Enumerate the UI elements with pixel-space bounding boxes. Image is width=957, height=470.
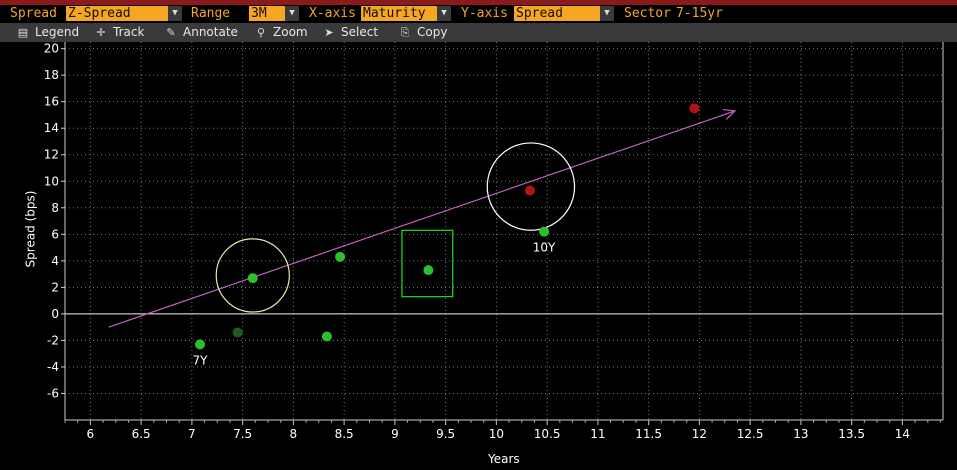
x-tick-label: 11.5	[635, 427, 662, 441]
x-tick-label: 12.5	[737, 427, 764, 441]
copy-button-label: Copy	[417, 25, 448, 39]
sector-value: 7-15yr	[676, 6, 723, 21]
range-label: Range	[191, 6, 231, 21]
data-point[interactable]	[232, 327, 243, 338]
y-tick-label: -2	[47, 333, 59, 347]
legend-button[interactable]: ▤ Legend	[16, 23, 79, 42]
x-tick-label: 10.5	[534, 427, 561, 441]
pointer-icon: ➤	[324, 26, 334, 39]
y-tick-label: 2	[51, 280, 59, 294]
data-point[interactable]	[194, 339, 205, 350]
y-tick-label: 16	[44, 95, 59, 109]
sector-label: Sector	[624, 6, 671, 21]
yaxis-label: Y-axis	[461, 6, 508, 21]
select-button[interactable]: ➤ Select	[322, 23, 378, 42]
x-tick-label: 10	[489, 427, 504, 441]
y-tick-label: -4	[47, 360, 59, 374]
parameter-bar: Spread Z-Spread ▼ Range 3M ▼ X-axis Matu…	[0, 5, 957, 23]
xaxis-label: X-axis	[309, 6, 356, 21]
x-tick-label: 7.5	[233, 427, 252, 441]
annotate-button[interactable]: ✎ Annotate	[164, 23, 238, 42]
y-tick-label: 14	[44, 121, 59, 135]
x-tick-label: 6	[87, 427, 95, 441]
x-tick-label: 13	[793, 427, 808, 441]
x-tick-label: 14	[895, 427, 910, 441]
x-tick-label: 8.5	[335, 427, 354, 441]
x-tick-label: 11	[590, 427, 605, 441]
y-tick-label: 0	[51, 307, 59, 321]
track-button[interactable]: ✛ Track	[94, 23, 144, 42]
xaxis-select[interactable]: Maturity	[361, 6, 437, 21]
x-tick-label: 13.5	[838, 427, 865, 441]
data-point[interactable]	[321, 331, 332, 342]
y-tick-label: 10	[44, 174, 59, 188]
yaxis-dropdown-icon[interactable]: ▼	[600, 6, 614, 21]
y-tick-label: 12	[44, 148, 59, 162]
spread-select[interactable]: Z-Spread	[66, 6, 168, 21]
yaxis-select[interactable]: Spread	[514, 6, 600, 21]
chart-toolbar: ▤ Legend ✛ Track ✎ Annotate ⚲ Zoom ➤ Sel…	[0, 23, 957, 42]
data-point[interactable]	[247, 273, 258, 284]
y-tick-label: 18	[44, 68, 59, 82]
y-tick-label: 4	[51, 254, 59, 268]
y-tick-label: -6	[47, 386, 59, 400]
range-select[interactable]: 3M	[249, 6, 285, 21]
spread-dropdown-icon[interactable]: ▼	[168, 6, 182, 21]
x-tick-label: 12	[692, 427, 707, 441]
point-label: 7Y	[193, 353, 209, 367]
x-tick-label: 8	[290, 427, 298, 441]
xaxis-dropdown-icon[interactable]: ▼	[437, 6, 451, 21]
data-point[interactable]	[539, 226, 550, 237]
trend-arrow[interactable]	[108, 110, 736, 328]
scatter-chart[interactable]: 6 6.5 7 7.5 8 8.5 9 9.5 10 10.5 11 11.5 12 12.5 13 13.5…	[0, 42, 957, 470]
magnifier-icon: ⚲	[256, 26, 266, 39]
legend-button-label: Legend	[35, 25, 80, 39]
highlight-box[interactable]	[401, 229, 454, 298]
y-tick-label: 6	[51, 227, 59, 241]
x-tick-label: 6.5	[132, 427, 151, 441]
select-button-label: Select	[341, 25, 379, 39]
point-label: 10Y	[533, 241, 556, 255]
x-tick-label: 9.5	[436, 427, 455, 441]
data-point[interactable]	[423, 265, 434, 276]
range-dropdown-icon[interactable]: ▼	[285, 6, 299, 21]
copy-button[interactable]: ⎘ Copy	[398, 23, 448, 42]
y-axis-title: Spread (bps)	[23, 190, 38, 268]
chart-axes	[61, 42, 944, 425]
track-button-label: Track	[113, 25, 145, 39]
legend-icon: ▤	[17, 26, 29, 39]
data-point[interactable]	[335, 251, 346, 262]
y-tick-label: 20	[44, 42, 59, 56]
y-tick-label: 8	[51, 201, 59, 215]
zoom-button[interactable]: ⚲ Zoom	[254, 23, 308, 42]
copy-icon: ⎘	[400, 26, 410, 39]
pencil-icon: ✎	[166, 26, 176, 39]
data-point[interactable]	[524, 185, 535, 196]
chart-annotations[interactable]	[108, 108, 737, 328]
crosshair-icon: ✛	[96, 26, 106, 39]
data-point[interactable]	[689, 103, 700, 114]
x-axis-title: Years	[488, 452, 520, 466]
x-tick-label: 9	[391, 427, 399, 441]
annotate-button-label: Annotate	[183, 25, 238, 39]
x-tick-label: 7	[188, 427, 196, 441]
spread-label: Spread	[10, 6, 57, 21]
zoom-button-label: Zoom	[273, 25, 308, 39]
